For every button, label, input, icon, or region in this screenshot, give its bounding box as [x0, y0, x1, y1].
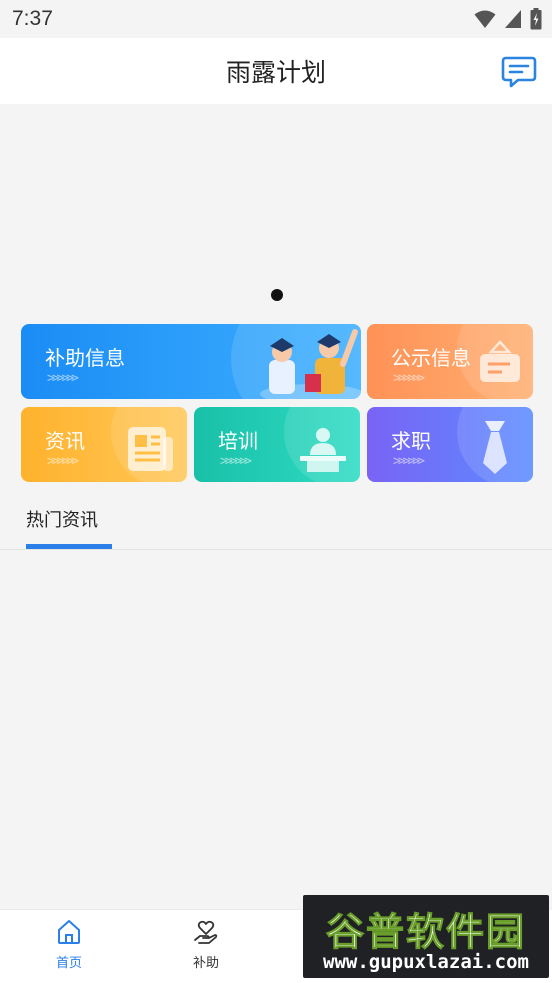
- carousel-indicator-dot: [271, 289, 283, 301]
- tile-label: 培训: [218, 429, 258, 453]
- nav-item-subsidy[interactable]: 补助: [171, 918, 241, 971]
- watermark-url: www.gupuxlazai.com: [323, 951, 529, 973]
- app-header: 雨露计划: [0, 38, 552, 104]
- signal-icon: [505, 10, 521, 28]
- tile-arrows: >>>>>>: [220, 454, 252, 469]
- tile-label: 公示信息: [391, 346, 471, 370]
- watermark-logo: 谷普软件园 www.gupuxlazai.com: [303, 895, 549, 978]
- tile-label: 补助信息: [45, 346, 125, 370]
- battery-icon: [530, 8, 542, 30]
- newspaper-icon: [128, 427, 173, 471]
- tile-label: 资讯: [45, 429, 85, 453]
- tab-hot-news[interactable]: 热门资讯: [26, 506, 98, 532]
- tile-training[interactable]: 培训 >>>>>>: [194, 407, 360, 482]
- tab-active-indicator: [26, 544, 112, 549]
- lecturer-podium-icon: [300, 428, 346, 472]
- message-button[interactable]: [500, 52, 538, 90]
- signboard-icon: [480, 340, 520, 382]
- status-bar: 7:37: [0, 0, 552, 38]
- status-icons: [474, 8, 542, 30]
- nav-label: 补助: [192, 956, 219, 971]
- home-icon: [58, 920, 80, 944]
- message-icon: [501, 56, 537, 88]
- necktie-icon: [483, 421, 507, 474]
- nav-item-home[interactable]: 首页: [34, 918, 104, 971]
- tile-subsidy-info[interactable]: 补助信息 >>>>>>: [21, 324, 361, 399]
- tile-arrows: >>>>>>: [393, 371, 425, 386]
- tile-arrows: >>>>>>: [393, 454, 425, 469]
- wifi-icon: [474, 10, 496, 28]
- page-title: 雨露计划: [225, 58, 326, 87]
- heart-hand-icon: [194, 920, 218, 944]
- tile-job-search[interactable]: 求职 >>>>>>: [367, 407, 533, 482]
- status-time: 7:37: [12, 7, 53, 30]
- nav-label: 首页: [55, 956, 82, 971]
- tile-news[interactable]: 资讯 >>>>>>: [21, 407, 187, 482]
- watermark-title: 谷普软件园: [325, 910, 526, 955]
- banner-carousel[interactable]: [0, 104, 552, 314]
- graduates-illustration: [260, 329, 361, 399]
- tile-arrows: >>>>>>: [47, 454, 79, 469]
- section-tabs: 热门资讯: [0, 492, 552, 550]
- tile-public-info[interactable]: 公示信息 >>>>>>: [367, 324, 533, 399]
- tile-arrows: >>>>>>: [47, 371, 79, 386]
- tile-label: 求职: [391, 429, 431, 453]
